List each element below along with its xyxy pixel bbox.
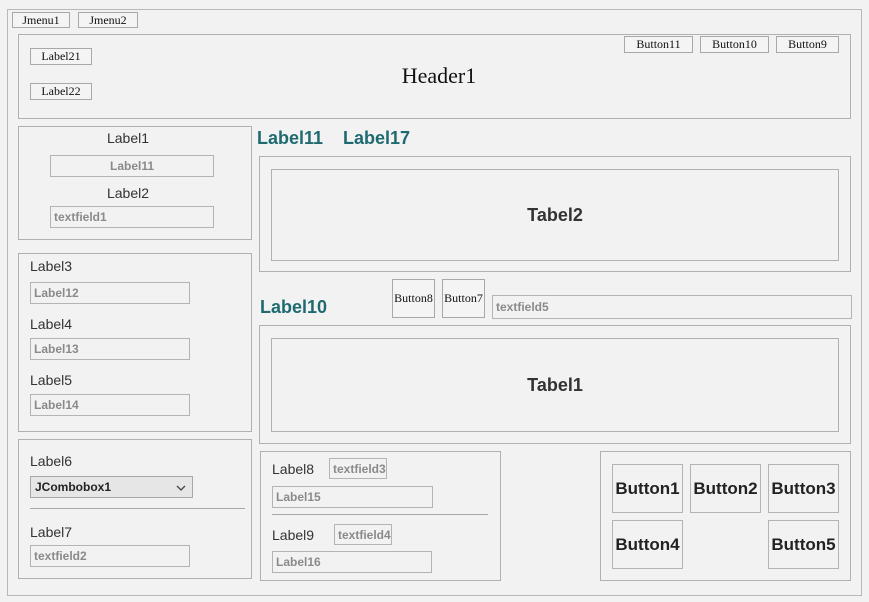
label7: Label7: [30, 524, 73, 540]
separator: [272, 514, 488, 515]
label11-heading: Label11: [257, 128, 324, 148]
label4: Label4: [30, 316, 73, 332]
label9: Label9: [272, 527, 315, 543]
button8[interactable]: Button8: [392, 279, 435, 318]
label14-field: Label14: [30, 394, 190, 416]
menu-jmenu2[interactable]: Jmenu2: [78, 12, 138, 28]
label12-field: Label12: [30, 282, 190, 304]
jcombobox1[interactable]: JCombobox1: [30, 476, 193, 498]
label8: Label8: [272, 461, 315, 477]
left-panel-a: Label1 Label11 Label2 textfield1: [18, 126, 252, 240]
label6: Label6: [30, 453, 73, 469]
buttons-panel: Button1 Button2 Button3 Button4 Button5: [600, 451, 851, 581]
chevron-down-icon: [176, 480, 186, 494]
label17-heading: Label17: [343, 128, 411, 148]
header-label22: Label22: [30, 83, 92, 100]
textfield2[interactable]: textfield2: [30, 545, 190, 567]
textfield1[interactable]: textfield1: [50, 206, 214, 228]
button2[interactable]: Button2: [690, 464, 761, 513]
label13-field: Label13: [30, 338, 190, 360]
button7[interactable]: Button7: [442, 279, 485, 318]
bottom-panel-d: Label8 textfield3 Label15 Label9 textfie…: [260, 451, 501, 581]
button3[interactable]: Button3: [768, 464, 839, 513]
left-panel-b: Label3 Label12 Label4 Label13 Label5 Lab…: [18, 253, 252, 432]
button5[interactable]: Button5: [768, 520, 839, 569]
header-label21: Label21: [30, 48, 92, 65]
tabel2[interactable]: Tabel2: [271, 169, 839, 261]
label5: Label5: [30, 372, 73, 388]
header-title: Header1: [401, 63, 477, 88]
tabel2-panel: Tabel2: [259, 156, 851, 272]
left-panel-c: Label6 JCombobox1 Label7 textfield2: [18, 439, 252, 579]
button9[interactable]: Button9: [776, 36, 839, 53]
textfield5[interactable]: textfield5: [492, 295, 852, 319]
header-panel: Label21 Label22 Header1 Button11 Button1…: [18, 34, 851, 119]
label1: Label1: [106, 130, 150, 146]
label15-field: Label15: [272, 486, 433, 508]
separator: [30, 508, 245, 509]
tabel1-panel: Tabel1: [259, 325, 851, 444]
combo-value: JCombobox1: [35, 480, 112, 494]
button11[interactable]: Button11: [624, 36, 693, 53]
textfield3[interactable]: textfield3: [329, 458, 387, 479]
tabel1[interactable]: Tabel1: [271, 338, 839, 432]
label10-heading: Label10: [260, 297, 328, 317]
button1[interactable]: Button1: [612, 464, 683, 513]
textfield4[interactable]: textfield4: [334, 524, 392, 545]
label11-field: Label11: [50, 155, 214, 177]
label3: Label3: [30, 258, 73, 274]
label16-field: Label16: [272, 551, 432, 573]
button4[interactable]: Button4: [612, 520, 683, 569]
label2: Label2: [106, 185, 150, 201]
button10[interactable]: Button10: [700, 36, 769, 53]
menu-jmenu1[interactable]: Jmenu1: [12, 12, 70, 28]
